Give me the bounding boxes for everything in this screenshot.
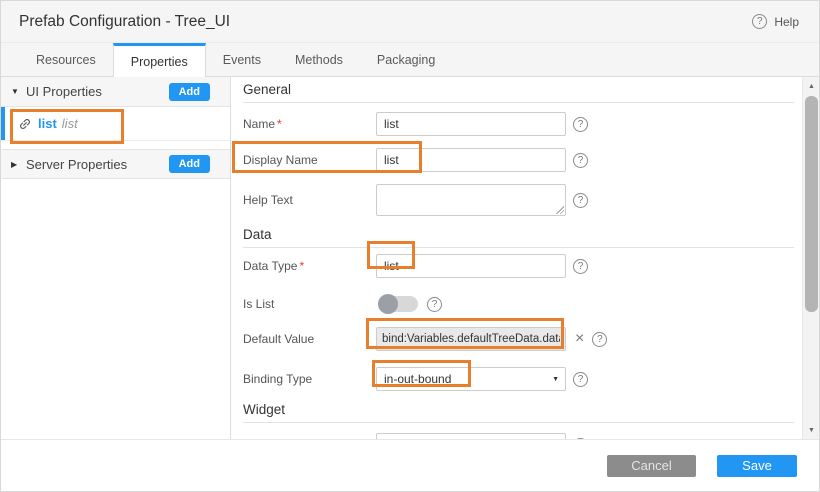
field-row-display-name: Display Name ?	[243, 147, 791, 173]
scrollbar-thumb[interactable]	[805, 96, 818, 312]
default-value-help-icon[interactable]: ?	[592, 332, 607, 347]
tab-resources[interactable]: Resources	[19, 43, 113, 76]
data-type-input[interactable]	[376, 254, 566, 278]
default-value-input[interactable]	[376, 327, 566, 351]
section-title-data: Data	[243, 227, 794, 248]
display-name-input[interactable]	[376, 148, 566, 172]
name-label: Name*	[243, 117, 376, 131]
add-ui-property-button[interactable]: Add	[169, 83, 210, 101]
dialog-body: ▼ UI Properties Add list list ▶ Server P…	[1, 77, 819, 439]
tab-bar: Resources Properties Events Methods Pack…	[1, 43, 819, 77]
tab-methods[interactable]: Methods	[278, 43, 360, 76]
tab-packaging[interactable]: Packaging	[360, 43, 452, 76]
field-row-name: Name* ?	[243, 111, 791, 137]
dialog-footer: Cancel Save	[1, 439, 819, 491]
field-row-type: Type text ▼ ?	[243, 432, 791, 439]
name-input[interactable]	[376, 112, 566, 136]
data-type-label: Data Type*	[243, 259, 376, 273]
help-text-label: Help Text	[243, 193, 376, 207]
help-circle-icon: ?	[752, 14, 767, 29]
scroll-down-arrow-icon[interactable]: ▼	[803, 423, 819, 438]
dialog-title: Prefab Configuration - Tree_UI	[19, 13, 230, 31]
section-title-general: General	[243, 82, 794, 103]
data-type-help-icon[interactable]: ?	[573, 259, 588, 274]
binding-type-label: Binding Type	[243, 372, 376, 386]
help-label: Help	[774, 15, 799, 29]
ui-properties-label: UI Properties	[26, 84, 169, 99]
properties-sidebar: ▼ UI Properties Add list list ▶ Server P…	[1, 77, 231, 439]
prefab-configuration-dialog: Prefab Configuration - Tree_UI ? Help Re…	[0, 0, 820, 492]
save-button[interactable]: Save	[717, 455, 797, 477]
required-marker: *	[299, 259, 304, 273]
required-marker: *	[277, 117, 282, 131]
caret-down-icon: ▼	[11, 87, 26, 96]
field-row-data-type: Data Type* ?	[243, 253, 791, 279]
server-properties-header[interactable]: ▶ Server Properties Add	[1, 149, 230, 179]
help-link[interactable]: ? Help	[752, 14, 799, 29]
section-title-widget: Widget	[243, 402, 794, 423]
server-properties-label: Server Properties	[26, 157, 169, 172]
selected-indicator	[1, 107, 5, 140]
toggle-knob	[378, 294, 398, 314]
scroll-up-arrow-icon[interactable]: ▲	[803, 79, 819, 94]
default-value-label: Default Value	[243, 332, 376, 346]
dialog-header: Prefab Configuration - Tree_UI ? Help	[1, 1, 819, 43]
help-text-textarea[interactable]	[376, 184, 566, 216]
name-help-icon[interactable]: ?	[573, 117, 588, 132]
property-item-name: list	[38, 116, 57, 131]
cancel-button[interactable]: Cancel	[607, 455, 696, 477]
binding-type-value: in-out-bound	[384, 372, 451, 386]
field-row-binding-type: Binding Type in-out-bound ▼ ?	[243, 366, 791, 392]
caret-right-icon: ▶	[11, 160, 26, 169]
display-name-label: Display Name	[243, 153, 376, 167]
property-form: General Name* ? Display Name ? Help Text…	[231, 77, 819, 439]
binding-type-help-icon[interactable]: ?	[573, 372, 588, 387]
tab-events[interactable]: Events	[206, 43, 278, 76]
field-row-is-list: Is List ?	[243, 293, 791, 315]
binding-type-select[interactable]: in-out-bound ▼	[376, 367, 566, 391]
is-list-help-icon[interactable]: ?	[427, 297, 442, 312]
tab-properties[interactable]: Properties	[113, 43, 206, 77]
ui-properties-header[interactable]: ▼ UI Properties Add	[1, 77, 230, 107]
field-row-help-text: Help Text ?	[243, 183, 791, 217]
is-list-toggle[interactable]	[378, 296, 418, 312]
field-row-default-value: Default Value × ?	[243, 326, 791, 352]
vertical-scrollbar[interactable]: ▲ ▼	[802, 77, 819, 439]
help-text-help-icon[interactable]: ?	[573, 193, 588, 208]
clear-binding-icon[interactable]: ×	[575, 331, 584, 347]
link-icon	[15, 114, 35, 134]
is-list-label: Is List	[243, 297, 376, 311]
sidebar-item-list[interactable]: list list	[1, 107, 230, 141]
dropdown-arrow-icon: ▼	[552, 376, 559, 383]
add-server-property-button[interactable]: Add	[169, 155, 210, 173]
property-item-type: list	[62, 116, 78, 131]
display-name-help-icon[interactable]: ?	[573, 153, 588, 168]
